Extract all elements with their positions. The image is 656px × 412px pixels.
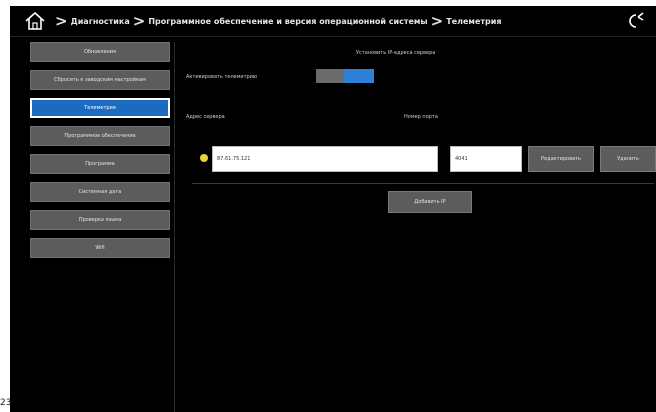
chevron-right-icon: > <box>430 11 444 30</box>
sidebar-item-software[interactable]: Программное обеспечение <box>30 126 170 146</box>
delete-button[interactable]: Удалить <box>600 146 656 172</box>
server-address-value: 87.61.75.121 <box>217 156 251 162</box>
telemetry-panel: Установить IP-адреса сервера Активироват… <box>186 42 656 412</box>
add-ip-button[interactable]: Добавить IP <box>388 191 472 213</box>
breadcrumb-item[interactable]: Диагностика <box>71 17 130 26</box>
port-value: 4041 <box>455 156 468 162</box>
sidebar-item-label: Системная дата <box>78 189 122 195</box>
section-header: Установить IP-адреса сервера <box>356 50 436 56</box>
sidebar-item-factory-reset[interactable]: Сбросить к заводским настройкам <box>30 70 170 90</box>
sidebar-item-label: Программа <box>85 161 115 167</box>
edit-button-label: Редактировать <box>541 156 581 162</box>
sidebar-item-wifi[interactable]: Wifi <box>30 238 170 258</box>
port-field[interactable]: 4041 <box>450 146 522 172</box>
sidebar-item-label: Сбросить к заводским настройкам <box>54 77 146 83</box>
sidebar-item-telemetry[interactable]: Телеметрия <box>30 98 170 118</box>
edit-button[interactable]: Редактировать <box>528 146 594 172</box>
add-ip-button-label: Добавить IP <box>414 199 446 205</box>
sidebar-item-language[interactable]: Проверка языка <box>30 210 170 230</box>
telemetry-toggle[interactable] <box>316 69 374 83</box>
sidebar-item-label: Проверка языка <box>78 217 122 223</box>
port-label: Номер порта <box>404 114 438 120</box>
sidebar-item-updates[interactable]: Обновления <box>30 42 170 62</box>
sidebar: Обновления Сбросить к заводским настройк… <box>22 42 175 412</box>
app-screen: > Диагностика > Программное обеспечение … <box>10 6 656 412</box>
address-label: Адрес сервера <box>186 114 225 120</box>
chevron-right-icon: > <box>55 11 68 30</box>
home-icon[interactable] <box>24 11 46 31</box>
back-icon[interactable] <box>628 12 648 30</box>
toggle-label: Активировать телеметрию <box>186 74 258 80</box>
sidebar-item-program[interactable]: Программа <box>30 154 170 174</box>
sidebar-item-label: Wifi <box>95 245 105 251</box>
delete-button-label: Удалить <box>617 156 639 162</box>
sidebar-item-label: Телеметрия <box>84 105 116 111</box>
top-bar: > Диагностика > Программное обеспечение … <box>10 6 656 37</box>
chevron-right-icon: > <box>132 11 146 30</box>
connection-status-indicator <box>200 154 208 162</box>
breadcrumb-item: Телеметрия <box>446 16 502 26</box>
server-address-field[interactable]: 87.61.75.121 <box>212 146 438 172</box>
breadcrumb-item[interactable]: Программное обеспечение и версия операци… <box>148 17 427 26</box>
divider <box>192 183 654 184</box>
toggle-knob <box>344 69 374 83</box>
sidebar-item-label: Программное обеспечение <box>64 133 136 139</box>
breadcrumb: > Диагностика > Программное обеспечение … <box>52 6 502 36</box>
sidebar-item-system-date[interactable]: Системная дата <box>30 182 170 202</box>
sidebar-item-label: Обновления <box>83 49 117 55</box>
